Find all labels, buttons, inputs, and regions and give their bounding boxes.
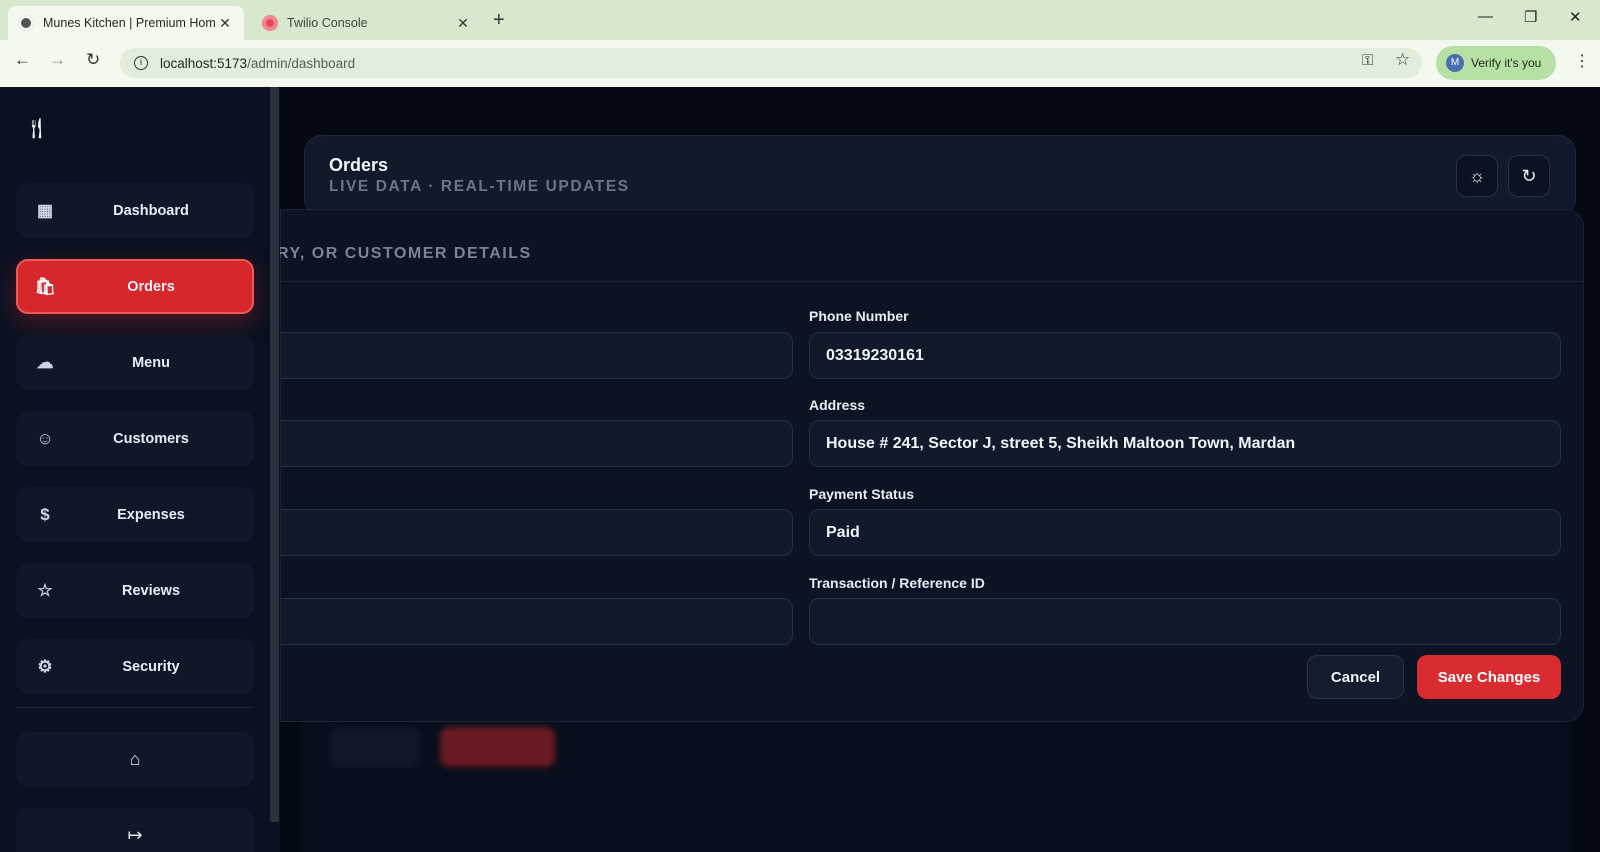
address-field[interactable]: House # 241, Sector J, street 5, Sheikh … [809, 420, 1561, 467]
sidebar-item-security[interactable]: ⚙ Security [16, 639, 254, 694]
transaction-label: Transaction / Reference ID [809, 575, 985, 591]
fork-knife-logo-icon: 🍴︎ [24, 118, 50, 140]
cancel-button[interactable]: Cancel [1307, 655, 1404, 699]
background-edit-button [330, 727, 420, 767]
save-changes-button[interactable]: Save Changes [1417, 655, 1561, 699]
payment-status-label: Payment Status [809, 486, 915, 502]
sidebar-item-expenses[interactable]: $ Expenses [16, 487, 254, 542]
transaction-field[interactable] [809, 598, 1561, 645]
orders-header: Orders LIVE DATA · REAL-TIME UPDATES ☼ ↻ [304, 135, 1576, 217]
phone-label: Phone Number [809, 308, 909, 324]
home-button[interactable]: ⌂ [16, 732, 254, 787]
logout-button[interactable]: ↦ [16, 808, 254, 852]
page-subtitle: LIVE DATA · REAL-TIME UPDATES [329, 178, 630, 195]
close-tab-icon[interactable]: ✕ [216, 15, 234, 32]
password-key-icon[interactable]: ⚿ [1362, 52, 1373, 69]
new-tab-button[interactable]: + [493, 9, 505, 32]
left-field-1[interactable] [281, 332, 793, 379]
left-field-3[interactable] [281, 509, 793, 556]
sidebar-item-label: Menu [132, 354, 170, 371]
back-icon[interactable]: ← [14, 50, 31, 70]
restore-icon[interactable]: ❐ [1524, 8, 1537, 26]
address-bar-row: ← → ↻ i localhost:5173/admin/dashboard ⚿… [0, 40, 1600, 87]
refresh-button[interactable]: ↻ [1508, 155, 1550, 197]
url-field[interactable]: i localhost:5173/admin/dashboard [120, 48, 1422, 78]
refresh-icon: ↻ [1521, 165, 1537, 186]
tab-title: Munes Kitchen | Premium Home [43, 16, 216, 30]
minimize-icon[interactable]: — [1478, 8, 1493, 25]
tab-munes-kitchen[interactable]: Munes Kitchen | Premium Home ✕ [8, 6, 244, 40]
verify-button[interactable]: M Verify it's you [1436, 46, 1556, 80]
sidebar-item-orders[interactable]: 🛍︎ Orders [16, 259, 254, 314]
tab-twilio-console[interactable]: Twilio Console ✕ [252, 6, 482, 40]
sidebar-item-reviews[interactable]: ☆ Reviews [16, 563, 254, 618]
close-window-icon[interactable]: ✕ [1569, 8, 1582, 26]
sidebar: 🍴︎ ▦ Dashboard 🛍︎ Orders ☁ Menu ☺ Custom… [0, 87, 280, 852]
sidebar-divider [16, 707, 254, 708]
logout-icon: ↦ [127, 825, 143, 845]
forward-icon[interactable]: → [49, 50, 66, 70]
browser-menu-icon[interactable]: ⋮ [1574, 51, 1590, 71]
address-label: Address [809, 397, 866, 413]
reload-icon[interactable]: ↻ [86, 50, 100, 70]
sidebar-item-label: Security [122, 658, 180, 675]
bookmark-star-icon[interactable]: ☆ [1395, 50, 1410, 70]
browser-chrome: Munes Kitchen | Premium Home ✕ Twilio Co… [0, 0, 1600, 87]
modal-divider [281, 281, 1583, 282]
avatar: M [1446, 54, 1464, 72]
sun-icon: ☼ [1468, 165, 1486, 186]
sidebar-item-label: Expenses [117, 506, 185, 523]
sidebar-item-menu[interactable]: ☁ Menu [16, 335, 254, 390]
sidebar-item-label: Orders [127, 278, 175, 295]
sidebar-scrollbar[interactable] [270, 87, 279, 822]
left-field-4[interactable] [281, 598, 793, 645]
globe-icon [18, 15, 34, 31]
left-field-2[interactable] [281, 420, 793, 467]
sidebar-item-customers[interactable]: ☺ Customers [16, 411, 254, 466]
url-host: localhost:5173 [160, 55, 248, 71]
background-delete-button [440, 727, 555, 767]
page-title: Orders [329, 155, 389, 175]
tab-title: Twilio Console [287, 16, 368, 30]
edit-order-modal: RY, OR CUSTOMER DETAILS Phone Number 033… [277, 209, 1584, 722]
twilio-icon [262, 15, 278, 31]
url-path: /admin/dashboard [247, 55, 356, 71]
verify-label: Verify it's you [1471, 56, 1542, 70]
sidebar-item-dashboard[interactable]: ▦ Dashboard [16, 183, 254, 238]
sidebar-item-label: Customers [113, 430, 189, 447]
tab-bar: Munes Kitchen | Premium Home ✕ Twilio Co… [0, 0, 1600, 40]
payment-status-field[interactable]: Paid [809, 509, 1561, 556]
phone-field[interactable]: 03319230161 [809, 332, 1561, 379]
theme-toggle-button[interactable]: ☼ [1456, 155, 1498, 197]
close-tab-icon[interactable]: ✕ [454, 15, 472, 32]
sidebar-item-label: Dashboard [113, 202, 189, 219]
site-info-icon[interactable]: i [134, 56, 148, 70]
app-area: Orders LIVE DATA · REAL-TIME UPDATES ☼ ↻… [0, 87, 1600, 852]
modal-section-title: RY, OR CUSTOMER DETAILS [277, 245, 532, 262]
sidebar-item-label: Reviews [121, 582, 181, 599]
home-icon: ⌂ [129, 749, 141, 769]
